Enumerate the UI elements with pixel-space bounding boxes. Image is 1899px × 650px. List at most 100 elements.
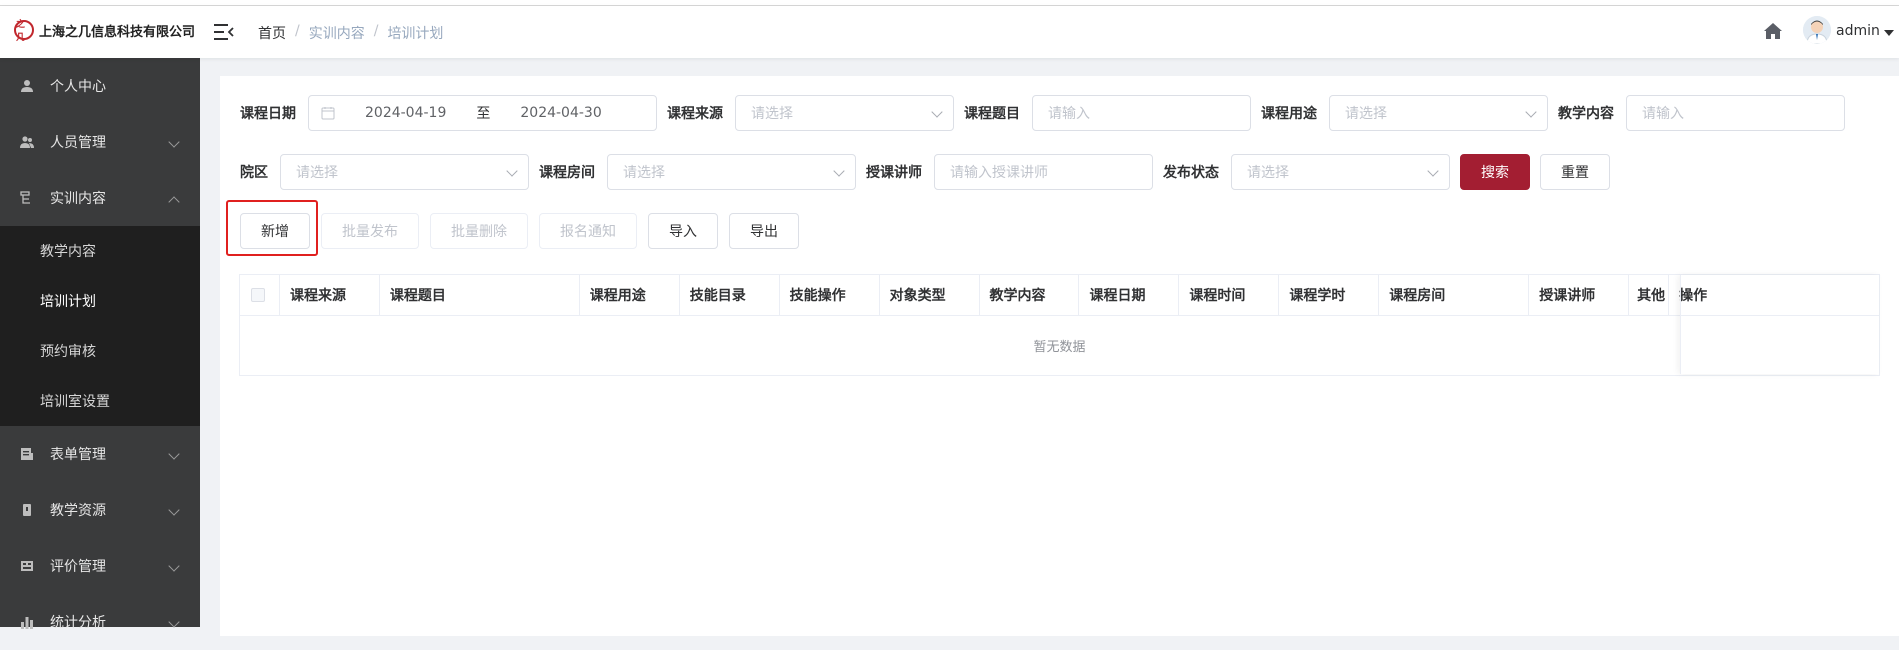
sidebar-item-label: 表单管理 <box>50 447 106 463</box>
company-logo: 之几 上海之几信息科技有限公司 <box>14 20 196 43</box>
chevron-down-icon <box>168 136 180 148</box>
sidebar-item-personal-center[interactable]: 个人中心 <box>0 58 200 114</box>
chevron-down-icon <box>168 560 180 572</box>
calendar-icon <box>321 107 335 120</box>
course-date-label: 课程日期 <box>240 106 296 122</box>
course-date-start[interactable]: 2024-04-19 <box>365 105 446 121</box>
sidebar-item-booking-review[interactable]: 预约审核 <box>0 326 200 376</box>
sidebar-item-evaluation-management[interactable]: 评价管理 <box>0 538 200 594</box>
company-name: 上海之几信息科技有限公司 <box>39 24 196 40</box>
teaching-content-input[interactable]: 请输入 <box>1626 95 1845 131</box>
breadcrumb-separator: / <box>373 23 379 39</box>
lecturer-input[interactable]: 请输入授课讲师 <box>934 154 1153 190</box>
sidebar-item-teaching-resources[interactable]: 教学资源 <box>0 482 200 538</box>
user-avatar-icon <box>1803 16 1831 44</box>
import-button[interactable]: 导入 <box>648 213 718 249</box>
sidebar-item-personnel-management[interactable]: 人员管理 <box>0 114 200 170</box>
filter-row-2: 院区 请选择 课程房间 请选择 授课讲师 请输入授课讲师 发布状态 请选择 搜索… <box>240 154 1610 190</box>
course-use-placeholder: 请选择 <box>1345 106 1387 122</box>
reset-button[interactable]: 重置 <box>1540 154 1610 190</box>
column-header: 课程学时 <box>1279 275 1380 315</box>
main-content: 课程日期 2024-04-19 至 2024-04-30 课程来源 请选择 课程… <box>200 58 1899 636</box>
course-date-end[interactable]: 2024-04-30 <box>520 105 601 121</box>
teaching-content-label: 教学内容 <box>1558 106 1614 122</box>
home-icon[interactable] <box>1762 20 1784 42</box>
sidebar-item-training-plan[interactable]: 培训计划 <box>0 276 200 326</box>
campus-label: 院区 <box>240 165 268 181</box>
course-room-label: 课程房间 <box>539 165 595 181</box>
campus-select[interactable]: 请选择 <box>280 154 529 190</box>
course-use-select[interactable]: 请选择 <box>1329 95 1548 131</box>
course-room-select[interactable]: 请选择 <box>607 154 856 190</box>
column-header: 对象类型 <box>880 275 980 315</box>
sidebar-item-label: 实训内容 <box>50 191 106 207</box>
course-topic-placeholder: 请输入 <box>1048 106 1090 122</box>
course-source-label: 课程来源 <box>667 106 723 122</box>
breadcrumb: 首页 / 实训内容 / 培训计划 <box>258 23 443 43</box>
export-button[interactable]: 导出 <box>729 213 799 249</box>
breadcrumb-home[interactable]: 首页 <box>258 23 286 43</box>
column-header: 授课讲师 <box>1529 275 1630 315</box>
user-name[interactable]: admin <box>1836 23 1880 39</box>
sidebar-item-training-room-settings[interactable]: 培训室设置 <box>0 376 200 426</box>
sidebar-item-training-content[interactable]: 实训内容 <box>0 170 200 226</box>
sidebar-item-label: 教学资源 <box>50 503 106 519</box>
chevron-up-icon <box>168 196 180 208</box>
chevron-down-icon <box>168 616 180 628</box>
users-icon <box>20 135 34 149</box>
sidebar-item-label: 评价管理 <box>50 559 106 575</box>
signup-notice-button[interactable]: 报名通知 <box>539 213 637 249</box>
lecturer-label: 授课讲师 <box>866 165 922 181</box>
sidebar-item-statistics[interactable]: 统计分析 <box>0 594 200 650</box>
avatar[interactable] <box>1803 16 1831 44</box>
select-all-checkbox[interactable] <box>251 288 265 302</box>
course-source-select[interactable]: 请选择 <box>735 95 954 131</box>
table-header: 课程来源 课程题目 课程用途 技能目录 技能操作 对象类型 教学内容 课程日期 … <box>240 275 1879 316</box>
table-body: 暂无数据 <box>240 316 1879 375</box>
column-header: 课程时间 <box>1179 275 1280 315</box>
sidebar-item-label: 统计分析 <box>50 615 106 631</box>
sidebar-item-form-management[interactable]: 表单管理 <box>0 426 200 482</box>
column-header: 课程日期 <box>1079 275 1180 315</box>
search-button[interactable]: 搜索 <box>1460 154 1530 190</box>
column-header: 技能操作 <box>780 275 880 315</box>
sidebar-item-label: 个人中心 <box>50 79 106 95</box>
column-header: 其他 <box>1629 275 1670 315</box>
breadcrumb-training-content[interactable]: 实训内容 <box>309 23 365 43</box>
sidebar-item-teaching-content[interactable]: 教学内容 <box>0 226 200 276</box>
column-header: 技能目录 <box>680 275 780 315</box>
campus-placeholder: 请选择 <box>296 165 338 181</box>
chevron-down-icon <box>168 448 180 460</box>
batch-publish-button[interactable]: 批量发布 <box>321 213 419 249</box>
training-icon <box>20 191 34 205</box>
publish-status-label: 发布状态 <box>1163 165 1219 181</box>
publish-status-select[interactable]: 请选择 <box>1231 154 1450 190</box>
top-navbar: 之几 上海之几信息科技有限公司 首页 / 实训内容 / 培训计划 admin <box>0 6 1899 58</box>
user-dropdown-caret-icon[interactable] <box>1884 30 1894 36</box>
evaluation-icon <box>20 559 34 573</box>
lecturer-placeholder: 请输入授课讲师 <box>950 165 1048 181</box>
column-header-actions: 操作 <box>1679 288 1708 304</box>
course-topic-input[interactable]: 请输入 <box>1032 95 1251 131</box>
column-header: 课程用途 <box>580 275 680 315</box>
chevron-down-icon <box>833 165 845 177</box>
sidebar: 个人中心 人员管理 实训内容 教学内容 培训计划 预约审核 培训室设置 表单管理… <box>0 58 200 631</box>
publish-status-placeholder: 请选择 <box>1247 165 1289 181</box>
select-all-cell <box>240 275 280 315</box>
collapse-menu-icon[interactable] <box>214 23 234 41</box>
highlight-box <box>226 200 318 256</box>
teaching-content-placeholder: 请输入 <box>1642 106 1684 122</box>
form-icon <box>20 447 34 461</box>
course-date-range-picker[interactable]: 2024-04-19 至 2024-04-30 <box>308 95 657 131</box>
training-content-submenu: 教学内容 培训计划 预约审核 培训室设置 <box>0 226 200 426</box>
batch-delete-button[interactable]: 批量删除 <box>430 213 528 249</box>
column-header: 课程来源 <box>280 275 380 315</box>
toolbar: 新增 批量发布 批量删除 报名通知 导入 导出 <box>240 213 799 249</box>
chevron-down-icon <box>506 165 518 177</box>
breadcrumb-separator: / <box>295 23 300 39</box>
course-room-placeholder: 请选择 <box>623 165 665 181</box>
column-header: 课程题目 <box>380 275 580 315</box>
course-topic-label: 课程题目 <box>964 106 1020 122</box>
training-plan-table: 课程来源 课程题目 课程用途 技能目录 技能操作 对象类型 教学内容 课程日期 … <box>239 274 1880 376</box>
empty-data-text: 暂无数据 <box>1033 340 1086 355</box>
